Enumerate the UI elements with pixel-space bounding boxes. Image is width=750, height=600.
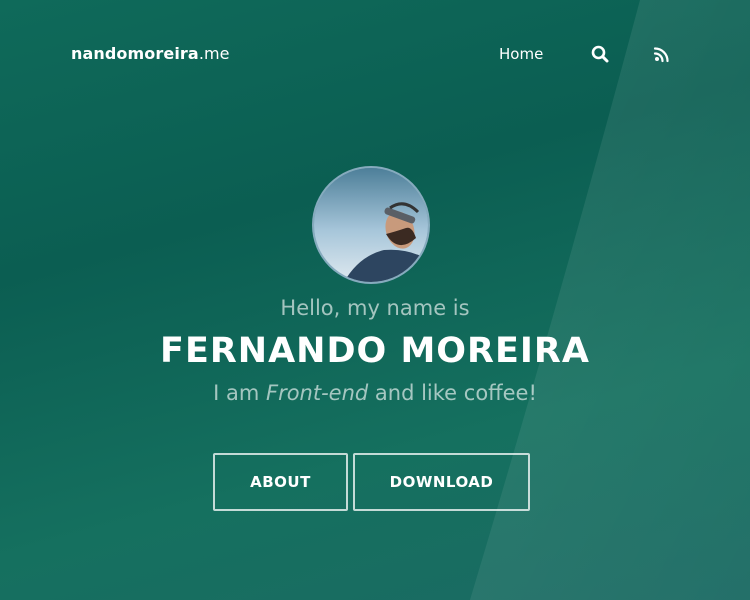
brand-domain: .me <box>198 44 230 63</box>
rss-icon[interactable] <box>653 45 671 63</box>
top-navigation: nandomoreira.me Home <box>0 0 750 108</box>
hero-tagline: I am Front-end and like coffee! <box>0 381 750 405</box>
site-logo-link[interactable]: nandomoreira.me <box>71 44 230 63</box>
hero-greeting: Hello, my name is <box>280 296 470 320</box>
tagline-prefix: I am <box>213 381 266 405</box>
hero-name: FERNANDO MOREIRA <box>160 331 590 371</box>
avatar-photo <box>314 168 428 282</box>
search-icon[interactable] <box>590 44 610 64</box>
tagline-role: Front-end <box>265 381 369 405</box>
about-button[interactable]: ABOUT <box>213 453 348 511</box>
nav-home-link[interactable]: Home <box>499 45 543 63</box>
brand-name: nandomoreira <box>71 44 199 63</box>
profile-avatar <box>312 166 430 284</box>
tagline-suffix: and like coffee! <box>368 381 537 405</box>
download-button[interactable]: DOWNLOAD <box>353 453 530 511</box>
